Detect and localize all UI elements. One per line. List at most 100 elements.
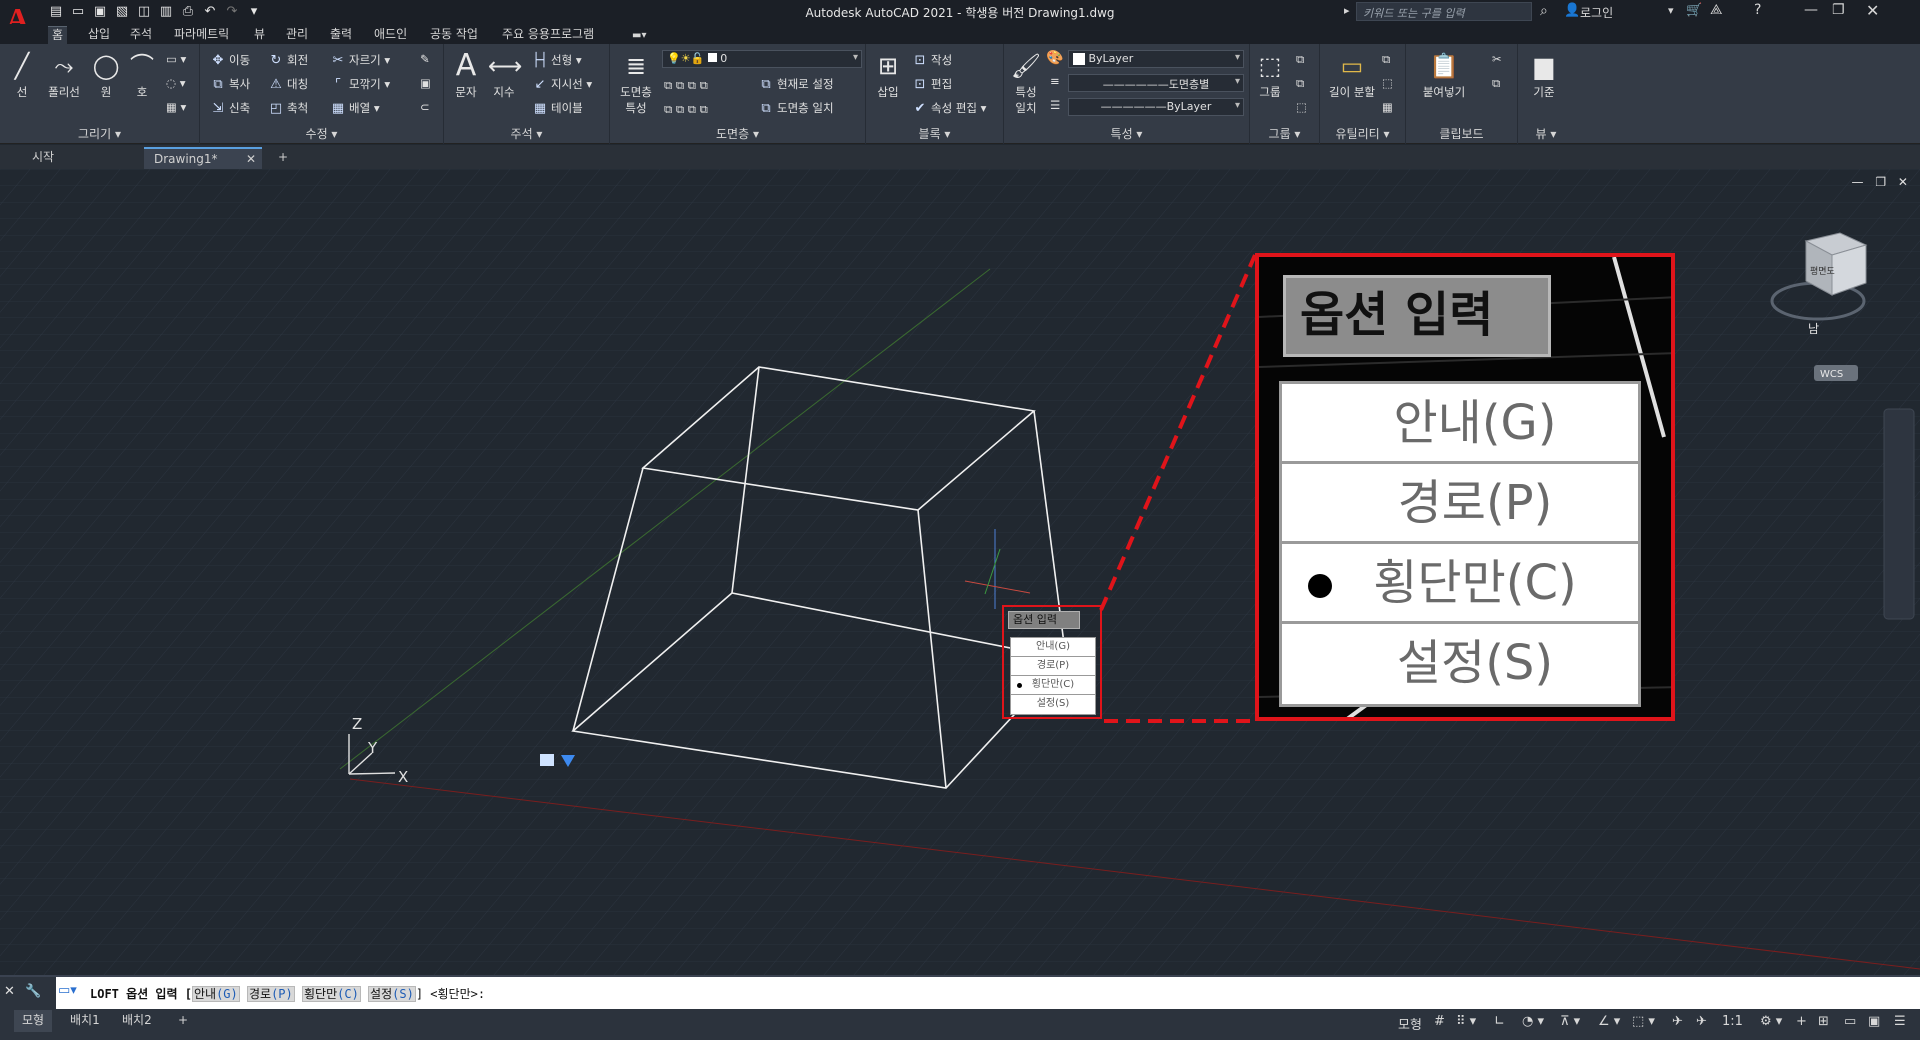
lineweight-dropdown[interactable]: ——————ByLayer [1068, 98, 1244, 116]
layout-tab-layout2[interactable]: 배치2 [114, 1010, 160, 1032]
close-icon[interactable]: ✕ [1866, 1, 1879, 20]
circle-button[interactable]: ◯ 원 [88, 50, 124, 100]
recent-commands-icon[interactable]: ▭▾ [58, 983, 77, 998]
quick-properties-icon[interactable]: ▭ [1844, 1014, 1856, 1029]
customize-icon[interactable]: 🔧 [25, 984, 41, 999]
move-button[interactable]: ✥ 이동 [210, 52, 251, 68]
fillet-button[interactable]: ⌜ 모깎기 ▾ [330, 76, 390, 92]
workspace-gear-icon[interactable]: ⚙ ▾ [1760, 1014, 1782, 1029]
divide-button[interactable]: ▭ 길이 분할 [1324, 50, 1380, 100]
restore-icon[interactable]: ❐ [1832, 2, 1845, 18]
command-line[interactable]: ✕ 🔧 ▭▾ LOFT 옵션 입력 [안내(G) 경로(P) 횡단만(C) 설정… [0, 975, 1920, 1009]
set-current-button[interactable]: ⧉ 현재로 설정 [758, 76, 833, 92]
option-guides-zoom[interactable]: 안내(G) [1282, 384, 1638, 464]
panel-annotation-title[interactable]: 주석 ▾ [444, 125, 609, 142]
insert-button[interactable]: ⊞ 삽입 [870, 50, 906, 100]
polyline-button[interactable]: ⤳ 폴리선 [42, 50, 86, 100]
option-guides-small[interactable]: 안내(G) [1011, 638, 1095, 657]
panel-modify-title[interactable]: 수정 ▾ [200, 125, 443, 142]
model-space-toggle[interactable]: 모형 [1398, 1014, 1422, 1033]
grid-icon[interactable]: # [1434, 1014, 1445, 1029]
wcs-label[interactable]: WCS [1820, 369, 1843, 380]
stretch-button[interactable]: ⇲ 신축 [210, 100, 251, 116]
isodraft-icon[interactable]: ⊼ ▾ [1560, 1014, 1580, 1029]
new-tab-button[interactable]: + [272, 147, 296, 169]
tab-annotate[interactable]: 주석 [126, 26, 156, 44]
minimize-icon[interactable]: — [1804, 2, 1818, 18]
scale-button[interactable]: ◰ 축척 [268, 100, 308, 116]
option-settings-zoom[interactable]: 설정(S) [1282, 624, 1638, 704]
clean-screen-icon[interactable]: ▣ [1868, 1014, 1880, 1029]
calculator-icon[interactable]: ▦ [1382, 100, 1393, 114]
color-wheel-icon[interactable]: 🎨 [1046, 50, 1063, 66]
tab-parametric[interactable]: 파라메트릭 [170, 26, 233, 44]
ungroup-icon[interactable]: ⧉ [1296, 52, 1304, 67]
layout-tab-layout1[interactable]: 배치1 [62, 1010, 108, 1032]
option-settings-small[interactable]: 설정(S) [1011, 695, 1095, 714]
tab-insert[interactable]: 삽입 [84, 26, 114, 44]
copy-button[interactable]: ⧉ 복사 [210, 76, 250, 92]
cmd-option-guides[interactable]: 안내(G) [191, 986, 240, 1002]
osnap-track-icon[interactable]: ∠ ▾ [1598, 1014, 1620, 1029]
tab-home[interactable]: 홈 [48, 26, 68, 44]
search-expand-icon[interactable]: ▸ [1344, 4, 1350, 17]
grip-icon[interactable] [540, 754, 554, 766]
cut-icon[interactable]: ✂ [1492, 52, 1502, 66]
select-all-icon[interactable]: ⬚ [1382, 76, 1393, 90]
panel-utilities-title[interactable]: 유틸리티 ▾ [1320, 125, 1405, 142]
cart-icon[interactable]: 🛒 [1686, 3, 1702, 18]
quick-select-icon[interactable]: ⧉ [1382, 52, 1390, 67]
trim-button[interactable]: ✂ 자르기 ▾ [330, 52, 391, 68]
panel-properties-title[interactable]: 특성 ▾ [1004, 125, 1249, 142]
cmd-option-path[interactable]: 경로(P) [246, 986, 295, 1002]
layer-tools-icon[interactable]: ⧉ ⧉ ⧉ ⧉ [664, 78, 708, 93]
leader-button[interactable]: ↙ 지시선 ▾ [532, 76, 593, 92]
search-input[interactable]: 키워드 또는 구를 입력 [1356, 2, 1532, 21]
edit-attributes-button[interactable]: ✔ 속성 편집 ▾ [912, 100, 987, 116]
cmd-option-cross-sections[interactable]: 횡단만(C) [302, 986, 361, 1002]
base-view-button[interactable]: ▆ 기준 [1522, 50, 1566, 100]
rectangle-icon[interactable]: ▭ ▾ [166, 52, 186, 66]
erase-icon[interactable]: ✎ [420, 52, 430, 66]
units-icon[interactable]: ⊞ [1818, 1014, 1829, 1029]
viewport-window-controls[interactable]: — ❐ ✕ [1852, 175, 1912, 189]
osnap-icon[interactable]: ⬚ ▾ [1632, 1014, 1655, 1029]
text-button[interactable]: A 문자 [448, 50, 484, 100]
login-link[interactable]: 로그인 [1580, 4, 1613, 21]
file-tab-start[interactable]: 시작 [22, 147, 142, 169]
panel-groups-title[interactable]: 그룹 ▾ [1250, 125, 1319, 142]
option-path-zoom[interactable]: 경로(P) [1282, 464, 1638, 544]
panel-layers-title[interactable]: 도면층 ▾ [610, 125, 865, 142]
tab-view[interactable]: 뷰 [250, 26, 269, 44]
mirror-button[interactable]: ⚠ 대칭 [268, 76, 308, 92]
close-tab-icon[interactable]: ✕ [246, 149, 256, 169]
annotation-monitor-icon[interactable]: + [1796, 1014, 1807, 1029]
tab-output[interactable]: 출력 [326, 26, 356, 44]
explode-icon[interactable]: ▣ [420, 76, 431, 90]
panel-block-title[interactable]: 블록 ▾ [866, 125, 1003, 142]
gradient-icon[interactable]: ▦ ▾ [166, 100, 186, 114]
close-command-line-icon[interactable]: ✕ [4, 984, 15, 999]
layer-properties-button[interactable]: ≣ 도면층 특성 [614, 50, 658, 116]
linetype-dropdown[interactable]: ——————도면층별 [1068, 74, 1244, 92]
array-button[interactable]: ▦ 배열 ▾ [330, 100, 380, 116]
table-button[interactable]: ▦ 테이블 [532, 100, 583, 116]
group-button[interactable]: ⬚ 그룹 [1252, 50, 1288, 100]
paste-button[interactable]: 📋 붙여넣기 [1416, 50, 1472, 100]
match-layer-button[interactable]: ⧉ 도면층 일치 [758, 100, 833, 116]
panel-draw-title[interactable]: 그리기 ▾ [0, 125, 199, 142]
tab-addins[interactable]: 애드인 [370, 26, 411, 44]
file-tab-drawing1[interactable]: Drawing1* ✕ [144, 147, 262, 169]
ribbon-minimize-icon[interactable]: ▬▾ [632, 30, 646, 41]
layer-tools2-icon[interactable]: ⧉ ⧉ ⧉ ⧉ [664, 102, 708, 117]
ortho-icon[interactable]: ∟ [1494, 1014, 1505, 1029]
navigation-bar[interactable] [1883, 408, 1915, 620]
panel-clipboard-title[interactable]: 클립보드 [1406, 125, 1517, 142]
rotate-button[interactable]: ↻ 회전 [268, 52, 309, 68]
color-dropdown[interactable]: ByLayer [1068, 50, 1244, 68]
match-properties-button[interactable]: 🖌 특성 일치 [1006, 50, 1046, 116]
group-edit-icon[interactable]: ⧉ [1296, 76, 1304, 91]
drawing-viewport[interactable]: Z Y X 평면도 남 WCS — ❐ ✕ 옵션 입력 안내(G) 경로(P) … [0, 169, 1920, 975]
offset-icon[interactable]: ⊂ [420, 100, 430, 114]
group-select-icon[interactable]: ⬚ [1296, 100, 1307, 114]
